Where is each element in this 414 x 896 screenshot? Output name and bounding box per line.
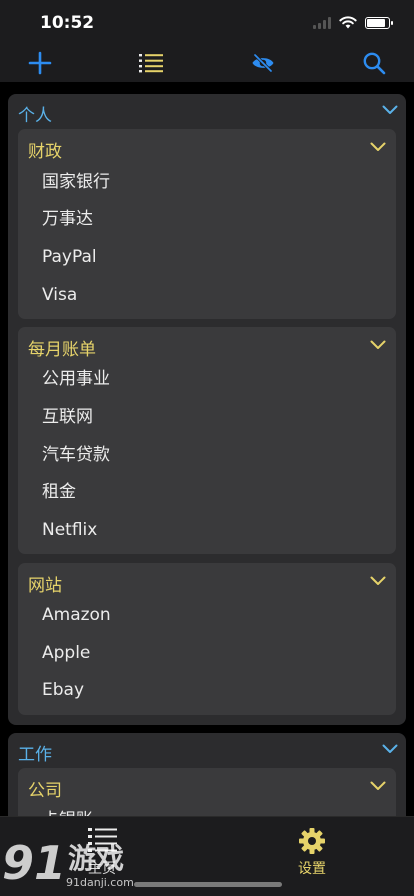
group-personal: 个人 财政 国家银行 万事达 PayPal Visa 每月账单 公用事业 互联网… bbox=[8, 94, 406, 725]
watermark-text: 游戏 bbox=[68, 842, 125, 875]
wifi-icon bbox=[339, 16, 357, 29]
subgroup-monthly-bills: 每月账单 公用事业 互联网 汽车贷款 租金 Netflix bbox=[18, 327, 396, 554]
status-time: 10:52 bbox=[40, 13, 95, 33]
group-header-personal[interactable]: 个人 bbox=[8, 94, 406, 128]
group-header-work[interactable]: 工作 bbox=[8, 733, 406, 767]
subgroup-company: 公司 卡银账 bbox=[18, 768, 396, 816]
plus-icon bbox=[28, 51, 52, 75]
eye-slash-icon bbox=[252, 54, 274, 72]
list-item[interactable]: 互联网 bbox=[42, 405, 93, 429]
home-indicator[interactable] bbox=[134, 882, 282, 887]
chevron-down-icon bbox=[370, 576, 386, 585]
add-button[interactable] bbox=[25, 48, 55, 78]
list-item[interactable]: 租金 bbox=[42, 480, 76, 504]
watermark-number: 91 bbox=[2, 836, 67, 890]
tab-label: 设置 bbox=[298, 861, 326, 877]
chevron-down-icon bbox=[382, 105, 398, 114]
list-item[interactable]: 汽车贷款 bbox=[42, 443, 110, 467]
subgroup-header-finance[interactable]: 财政 bbox=[18, 129, 396, 165]
battery-icon bbox=[365, 16, 393, 29]
group-work: 工作 公司 卡银账 bbox=[8, 733, 406, 816]
subgroup-title: 公司 bbox=[28, 781, 62, 801]
list-item[interactable]: 卡银账 bbox=[42, 808, 93, 816]
list-item[interactable]: Netflix bbox=[42, 518, 97, 542]
status-icons bbox=[313, 16, 393, 29]
list-item[interactable]: 万事达 bbox=[42, 207, 93, 231]
chevron-down-icon bbox=[382, 744, 398, 753]
search-button[interactable] bbox=[359, 48, 389, 78]
subgroup-websites: 网站 Amazon Apple Ebay bbox=[18, 563, 396, 715]
hide-button[interactable] bbox=[248, 48, 278, 78]
cellular-signal-icon bbox=[313, 16, 331, 29]
chevron-down-icon bbox=[370, 142, 386, 151]
subgroup-title: 网站 bbox=[28, 576, 62, 596]
search-icon bbox=[363, 52, 386, 75]
list-item[interactable]: PayPal bbox=[42, 245, 97, 269]
list-item[interactable]: Amazon bbox=[42, 603, 111, 627]
tab-settings[interactable]: 设置 bbox=[272, 825, 352, 877]
status-bar: 10:52 bbox=[0, 0, 414, 44]
list-item[interactable]: Visa bbox=[42, 283, 77, 307]
list-item[interactable]: Ebay bbox=[42, 678, 84, 702]
list-icon bbox=[139, 54, 163, 73]
watermark-logo: 91 游戏 91danji.com bbox=[2, 838, 142, 894]
gear-icon bbox=[299, 828, 325, 854]
list-item[interactable]: Apple bbox=[42, 641, 90, 665]
subgroup-header-monthly-bills[interactable]: 每月账单 bbox=[18, 327, 396, 363]
entry-list[interactable]: 个人 财政 国家银行 万事达 PayPal Visa 每月账单 公用事业 互联网… bbox=[0, 82, 414, 816]
subgroup-title: 每月账单 bbox=[28, 340, 96, 360]
list-item[interactable]: 公用事业 bbox=[42, 367, 110, 391]
top-toolbar bbox=[0, 44, 414, 82]
chevron-down-icon bbox=[370, 340, 386, 349]
list-view-button[interactable] bbox=[136, 48, 166, 78]
chevron-down-icon bbox=[370, 781, 386, 790]
list-item[interactable]: 国家银行 bbox=[42, 170, 110, 194]
subgroup-title: 财政 bbox=[28, 142, 62, 162]
watermark-url: 91danji.com bbox=[66, 876, 134, 889]
subgroup-header-company[interactable]: 公司 bbox=[18, 768, 396, 804]
subgroup-header-websites[interactable]: 网站 bbox=[18, 563, 396, 599]
subgroup-finance: 财政 国家银行 万事达 PayPal Visa bbox=[18, 129, 396, 319]
group-title: 工作 bbox=[18, 745, 52, 765]
group-title: 个人 bbox=[18, 106, 52, 126]
